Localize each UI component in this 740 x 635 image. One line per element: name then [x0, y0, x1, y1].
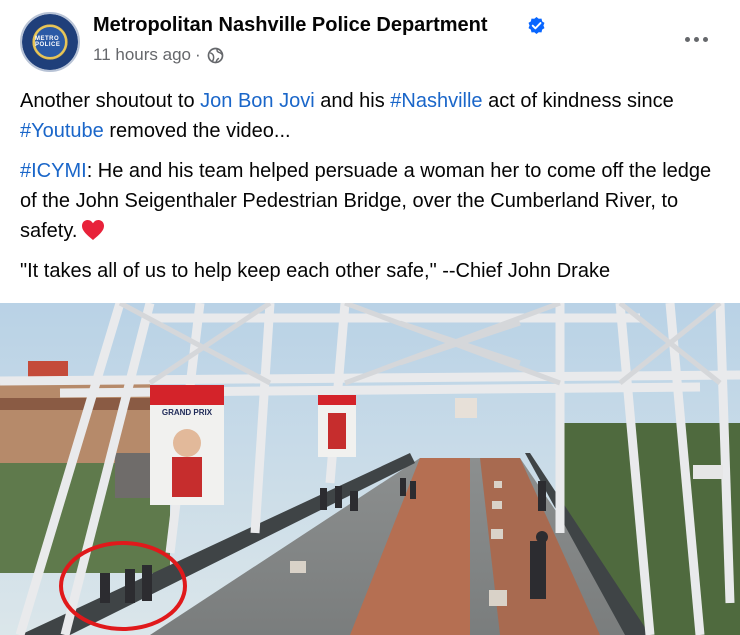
dot-icon — [684, 36, 690, 42]
banner-portrait-body — [172, 457, 202, 497]
text-segment: : He and his team helped persuade a woma… — [20, 160, 712, 242]
meta-separator: · — [194, 45, 201, 64]
page-name[interactable]: Metropolitan Nashville Police Department — [93, 14, 488, 37]
more-options-button[interactable] — [676, 22, 716, 56]
post-header: METRO POLICE Metropolitan Nashville Poli… — [0, 0, 740, 80]
banner-portrait — [173, 429, 201, 457]
page-avatar[interactable]: METRO POLICE — [20, 12, 80, 72]
avatar-badge: METRO POLICE — [33, 25, 67, 59]
hashtag-link-icymi[interactable]: #ICYMI — [20, 160, 87, 182]
pedestrian-head — [536, 531, 548, 543]
post-meta: 11 hours ago · — [93, 45, 224, 65]
hashtag-link-nashville[interactable]: #Nashville — [390, 90, 482, 112]
text-segment: and his — [314, 90, 391, 112]
verified-badge-icon — [528, 16, 545, 35]
small-banner-header — [318, 395, 356, 405]
post-timestamp[interactable]: 11 hours ago — [93, 45, 191, 65]
bridge-photo: GRAND PRIX — [0, 303, 740, 635]
dot-icon — [693, 36, 699, 42]
hashtag-link-youtube[interactable]: #Youtube — [20, 120, 104, 142]
dot-icon — [702, 36, 708, 42]
distant-banner — [455, 398, 477, 418]
banner-text: GRAND PRIX — [162, 408, 213, 417]
text-segment: Another shoutout to — [20, 90, 201, 112]
globe-icon — [207, 47, 224, 63]
mention-link-jon-bon-jovi[interactable]: Jon Bon Jovi — [200, 90, 315, 112]
post-paragraph-2: #ICYMI: He and his team helped persuade … — [20, 156, 720, 246]
post-paragraph-1: Another shoutout to Jon Bon Jovi and his… — [20, 86, 720, 146]
street-lamp — [693, 465, 723, 479]
small-banner-figure — [328, 413, 346, 449]
red-heart-icon — [82, 220, 105, 240]
text-segment: act of kindness since — [482, 90, 674, 112]
post-paragraph-3: "It takes all of us to help keep each ot… — [20, 260, 611, 282]
post-message: Another shoutout to Jon Bon Jovi and his… — [20, 86, 720, 296]
text-segment: removed the video... — [103, 120, 291, 142]
post-photo[interactable]: GRAND PRIX — [0, 303, 740, 635]
banner-header — [150, 385, 224, 405]
